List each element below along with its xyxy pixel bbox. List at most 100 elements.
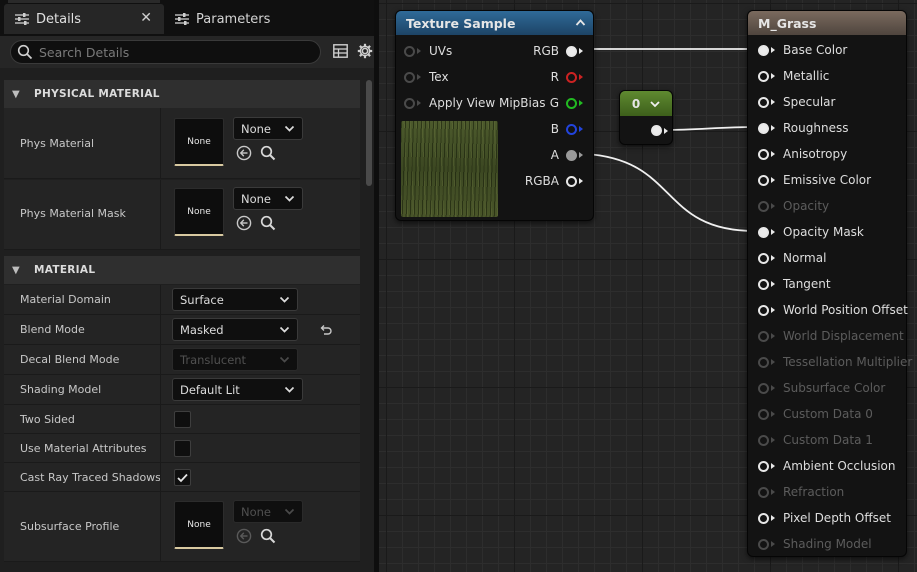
node-header[interactable]: Texture Sample [396, 11, 593, 35]
input-pin-specular[interactable]: Specular [758, 95, 835, 109]
magnifier-icon[interactable] [260, 215, 276, 231]
tab-details[interactable]: Details ✕ [4, 4, 164, 34]
pin-arrow [771, 437, 775, 443]
material-result-node[interactable]: M_Grass Base Color Metallic Specular Roughn… [747, 10, 912, 557]
chevron-down-icon[interactable] [650, 100, 660, 108]
input-pin-opacity-mask[interactable]: Opacity Mask [758, 225, 864, 239]
pin-label: World Position Offset [783, 303, 908, 317]
table-icon[interactable] [333, 44, 348, 58]
arrow-left-circle-icon[interactable] [236, 145, 252, 161]
blend-mode-dropdown[interactable]: Masked [172, 318, 298, 341]
chevron-down-icon [279, 296, 290, 303]
pin-arrow [771, 411, 775, 417]
section-physical-material[interactable]: ▼ PHYSICAL MATERIAL [4, 80, 360, 108]
tab-parameters[interactable]: Parameters [166, 4, 366, 34]
pin-label: B [550, 122, 559, 136]
pin-socket [651, 125, 662, 136]
magnifier-icon[interactable] [260, 528, 276, 544]
output-pin-g[interactable]: G [550, 96, 583, 110]
input-pin-normal[interactable]: Normal [758, 251, 826, 265]
row-shading-model: Shading Model Default Lit [4, 375, 360, 405]
arrow-left-circle-icon[interactable] [236, 215, 252, 231]
asset-thumbnail[interactable]: None [174, 501, 224, 549]
asset-thumbnail[interactable]: None [174, 118, 224, 166]
property-label: Material Domain [20, 293, 111, 306]
magnifier-icon[interactable] [260, 145, 276, 161]
output-pin-rgb[interactable]: RGB [533, 44, 583, 58]
pin-socket [758, 486, 769, 498]
input-pin-base-color[interactable]: Base Color [758, 43, 847, 57]
close-icon[interactable]: ✕ [140, 10, 152, 26]
pin-socket [758, 96, 769, 108]
input-pin-tex[interactable]: Tex [404, 70, 449, 84]
sliders-icon [175, 13, 189, 25]
combo-value: Default Lit [180, 382, 240, 397]
output-pin-a[interactable]: A [551, 148, 583, 162]
texture-sample-node[interactable]: Texture Sample UVs Tex Apply View MipBia… [395, 10, 594, 221]
pin-arrow [771, 489, 775, 495]
reset-arrow-icon[interactable] [319, 324, 332, 336]
gear-icon[interactable] [357, 43, 373, 59]
pin-arrow [771, 151, 775, 157]
row-two-sided: Two Sided [4, 405, 360, 434]
column-divider [160, 108, 161, 178]
pin-socket [566, 123, 577, 135]
wire-alpha-to-opacity-mask [585, 153, 756, 232]
input-pin-metallic[interactable]: Metallic [758, 69, 829, 83]
chevron-up-icon[interactable] [575, 18, 586, 27]
property-label: Subsurface Profile [20, 520, 120, 533]
pin-arrow [771, 73, 775, 79]
input-pin-custom-data-0: Custom Data 0 [758, 407, 873, 421]
cast-ray-traced-shadows-checkbox[interactable] [174, 469, 191, 486]
output-pin-b[interactable]: B [551, 122, 583, 136]
output-pin-value[interactable] [651, 125, 668, 136]
output-pin-r[interactable]: R [551, 70, 583, 84]
input-pin-uvs[interactable]: UVs [404, 44, 452, 58]
node-header[interactable]: 0 [620, 91, 672, 116]
row-blend-mode: Blend Mode Masked [4, 315, 360, 345]
two-sided-checkbox[interactable] [174, 411, 191, 428]
tab-bar: Details ✕ Parameters [0, 0, 374, 36]
combo-value: None [241, 191, 272, 206]
pin-label: Specular [783, 95, 836, 109]
input-pin-world-position-offset[interactable]: World Position Offset [758, 303, 908, 317]
asset-thumbnail[interactable]: None [174, 188, 224, 236]
pin-socket [758, 434, 769, 446]
pin-label: Base Color [783, 43, 848, 57]
shading-model-dropdown[interactable]: Default Lit [172, 378, 303, 401]
pin-label: Subsurface Color [783, 381, 886, 395]
asset-picker-combo[interactable]: None [233, 187, 303, 210]
row-phys-material-mask: Phys Material Mask None None [4, 180, 360, 250]
node-header[interactable]: M_Grass [748, 11, 906, 35]
input-pin-emissive-color[interactable]: Emissive Color [758, 173, 871, 187]
details-scrollbar[interactable] [366, 80, 372, 186]
input-pin-anisotropy[interactable]: Anisotropy [758, 147, 847, 161]
pin-socket [758, 174, 769, 186]
pin-socket [758, 512, 769, 524]
search-box[interactable] [10, 40, 321, 64]
pin-socket [566, 175, 577, 187]
row-subsurface-profile: Subsurface Profile None None [4, 492, 360, 562]
asset-picker-combo[interactable]: None [233, 117, 303, 140]
section-material[interactable]: ▼ MATERIAL [4, 256, 360, 284]
texture-preview-image [401, 121, 498, 217]
material-graph[interactable]: Texture Sample UVs Tex Apply View MipBia… [379, 0, 917, 572]
pin-socket [758, 538, 769, 550]
use-material-attributes-checkbox[interactable] [174, 440, 191, 457]
constant-node[interactable]: 0 [619, 90, 673, 145]
input-pin-ambient-occlusion[interactable]: Ambient Occlusion [758, 459, 895, 473]
pin-arrow [771, 463, 775, 469]
input-pin-tangent[interactable]: Tangent [758, 277, 831, 291]
material-domain-dropdown[interactable]: Surface [172, 288, 298, 311]
combo-value: Masked [180, 322, 224, 337]
output-pin-rgba[interactable]: RGBA [525, 174, 583, 188]
decal-blend-mode-dropdown: Translucent [172, 348, 298, 371]
search-input[interactable] [39, 44, 299, 60]
pin-socket [758, 304, 769, 316]
pin-arrow [417, 48, 421, 54]
node-title: Texture Sample [406, 15, 516, 31]
input-pin-pixel-depth-offset[interactable]: Pixel Depth Offset [758, 511, 891, 525]
input-pin-apply-view-mipbias[interactable]: Apply View MipBias [404, 96, 545, 110]
input-pin-roughness[interactable]: Roughness [758, 121, 848, 135]
chevron-down-icon: ▼ [12, 264, 20, 276]
